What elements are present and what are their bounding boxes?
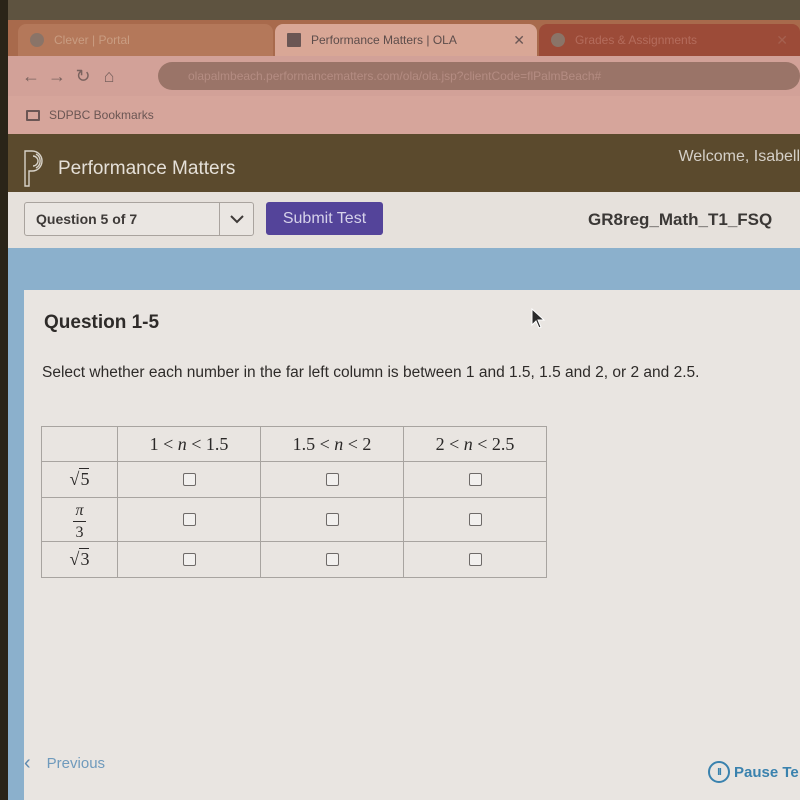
question-panel: Question 1-5 Select whether each number … (24, 290, 800, 800)
brand-name: Performance Matters (58, 158, 236, 179)
address-bar[interactable]: olapalmbeach.performancematters.com/ola/… (158, 62, 800, 90)
column-header: 2 < n < 2.5 (403, 426, 547, 462)
chevron-down-icon[interactable] (219, 203, 253, 235)
row-label-sqrt-5: √5 (41, 461, 118, 498)
browser-tab-performance-matters[interactable]: Performance Matters | OLA ✕ (275, 24, 537, 56)
tab-title: Clever | Portal (54, 33, 130, 47)
question-select-value: Question 5 of 7 (36, 211, 138, 227)
table-row: π3 (41, 497, 547, 542)
answer-checkbox[interactable] (325, 473, 339, 487)
home-icon[interactable]: ⌂ (96, 66, 122, 87)
test-name: GR8reg_Math_T1_FSQ (588, 210, 773, 229)
answer-cell (403, 541, 547, 578)
folder-icon (26, 109, 40, 121)
previous-button[interactable]: ‹ Previous (24, 752, 105, 775)
bookmark-folder-sdpbc[interactable]: SDPBC Bookmarks (49, 108, 154, 122)
answer-checkbox[interactable] (182, 553, 196, 567)
question-prompt: Select whether each number in the far le… (42, 364, 700, 381)
photo-bezel-top (0, 0, 800, 22)
answer-checkbox[interactable] (182, 513, 196, 527)
answer-cell (260, 497, 404, 542)
tab-favicon-icon (551, 33, 565, 47)
answer-cell (260, 461, 404, 498)
answer-grid: 1 < n < 1.5 1.5 < n < 2 2 < n < 2.5 √5 π… (41, 426, 547, 578)
previous-label: Previous (46, 755, 106, 772)
tab-title: Performance Matters | OLA (311, 33, 457, 47)
answer-cell (117, 541, 261, 578)
pause-test-button[interactable]: II Pause Te (708, 761, 799, 783)
chevron-left-icon: ‹ (24, 752, 31, 774)
question-select-dropdown[interactable]: Question 5 of 7 (24, 202, 254, 236)
performance-matters-logo-icon (24, 150, 43, 187)
app-header: Performance Matters Welcome, Isabell (8, 134, 800, 192)
row-label-sqrt-3: √3 (41, 541, 118, 578)
column-header: 1.5 < n < 2 (260, 426, 404, 462)
mouse-cursor-icon (531, 308, 546, 329)
tab-favicon-icon (30, 33, 44, 47)
browser-tab-clever[interactable]: Clever | Portal (18, 24, 273, 56)
answer-cell (403, 461, 547, 498)
tab-favicon-icon (287, 33, 301, 47)
browser-tab-grades[interactable]: Grades & Assignments ✕ (539, 24, 800, 56)
submit-test-button[interactable]: Submit Test (266, 202, 383, 235)
corner-cell (41, 426, 118, 462)
answer-checkbox[interactable] (325, 513, 339, 527)
forward-arrow-icon[interactable]: → (44, 66, 70, 87)
answer-grid-header-row: 1 < n < 1.5 1.5 < n < 2 2 < n < 2.5 (41, 426, 547, 462)
tab-close-icon[interactable]: ✕ (776, 32, 788, 49)
table-row: √5 (41, 461, 547, 498)
tab-close-icon[interactable]: ✕ (513, 32, 525, 49)
welcome-message: Welcome, Isabell (678, 148, 800, 165)
pause-icon: II (708, 761, 730, 783)
answer-cell (260, 541, 404, 578)
answer-cell (117, 497, 261, 542)
photo-bezel-left (0, 0, 8, 800)
answer-checkbox[interactable] (468, 473, 482, 487)
tab-title: Grades & Assignments (575, 33, 698, 47)
back-arrow-icon[interactable]: ← (18, 66, 44, 87)
question-title: Question 1-5 (44, 312, 160, 333)
answer-cell (117, 461, 261, 498)
answer-checkbox[interactable] (325, 553, 339, 567)
browser-toolbar: ← → ↻ ⌂ olapalmbeach.performancematters.… (8, 56, 800, 96)
answer-checkbox[interactable] (468, 553, 482, 567)
pause-label: Pause Te (734, 763, 799, 781)
answer-cell (403, 497, 547, 542)
bookmarks-bar: SDPBC Bookmarks (8, 96, 800, 134)
answer-checkbox[interactable] (468, 513, 482, 527)
answer-checkbox[interactable] (182, 473, 196, 487)
table-row: √3 (41, 541, 547, 578)
column-header: 1 < n < 1.5 (117, 426, 261, 462)
reload-icon[interactable]: ↻ (70, 66, 96, 87)
browser-tabstrip: Clever | Portal Performance Matters | OL… (8, 20, 800, 56)
question-toolbar: Question 5 of 7 Submit Test GR8reg_Math_… (8, 192, 800, 248)
row-label-pi-over-3: π3 (41, 497, 118, 542)
